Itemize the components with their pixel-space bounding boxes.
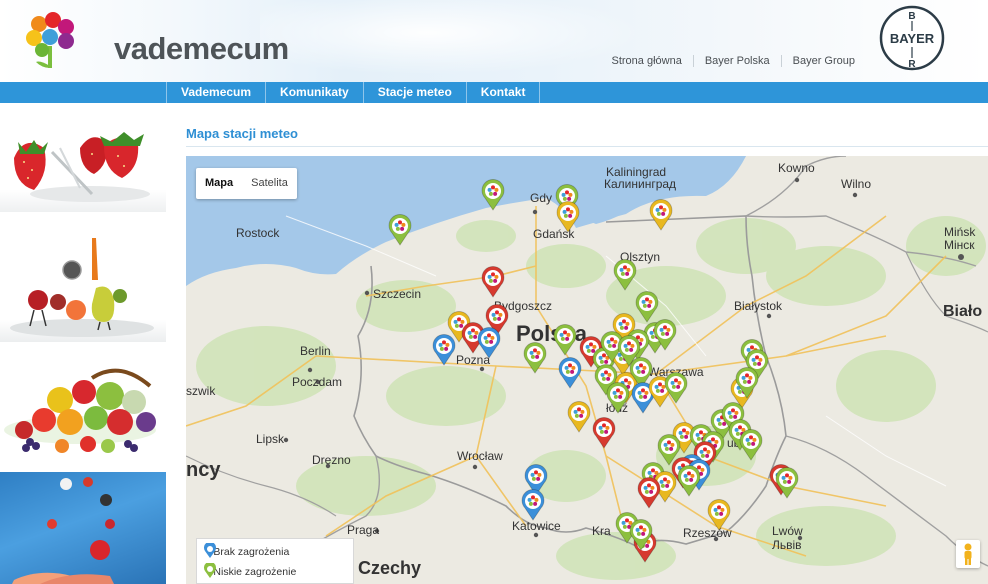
sidebar-image-fruit-basket (0, 356, 166, 460)
station-marker[interactable] (567, 401, 591, 433)
sidebar-image-strawberries (0, 112, 166, 212)
stations-map[interactable]: Kaliningrad Калининград Kowno Wilno Mińs… (186, 156, 988, 584)
fruit-characters-illustration (10, 238, 154, 337)
top-link-bayer-group[interactable]: Bayer Group (780, 55, 866, 67)
map-label-drezno: Drezno (312, 453, 351, 467)
fruit-basket-illustration (4, 368, 156, 453)
station-marker[interactable] (481, 266, 505, 298)
map-label-szczecin: Szczecin (373, 287, 421, 301)
blue-marker-icon (204, 543, 216, 558)
map-label-lwow: Lwów (772, 524, 803, 538)
vademecum-logo[interactable]: vademecum (22, 10, 289, 72)
header-cloud-decoration (260, 0, 680, 82)
flower-logo-icon (26, 12, 74, 68)
map-label-kowno: Kowno (778, 161, 815, 175)
top-link-bayer-polska[interactable]: Bayer Polska (692, 55, 781, 67)
map-label-poznan: Pozna (456, 353, 490, 367)
map-label-minsk-cyr: Мінск (944, 238, 975, 252)
bayer-horizontal-text: BAYER (890, 31, 935, 46)
main-nav: Vademecum Komunikaty Stacje meteo Kontak… (166, 82, 541, 103)
map-label-kaliningrad-cyr: Калининград (604, 177, 676, 191)
station-marker[interactable] (558, 357, 582, 389)
pegman-icon (964, 543, 972, 565)
map-type-satelita[interactable]: Satelita (242, 168, 297, 199)
map-label-rzeszow: Rzeszów (683, 526, 732, 540)
legend-row-no-threat: - Brak zagrożenia (203, 543, 289, 561)
station-marker[interactable] (637, 477, 661, 509)
bayer-top-letter: B (908, 11, 915, 22)
map-label-wilno: Wilno (841, 177, 871, 191)
site-header: vademecum Strona główna Bayer Polska Bay… (0, 0, 988, 82)
map-label-lipsk: Lipsk (256, 432, 285, 446)
sidebar-image-juggling-fruit (0, 472, 166, 584)
map-legend: - Brak zagrożenia - Niskie zagrożenie (196, 538, 354, 584)
legend-label-no-threat: - Brak zagrożenia (207, 546, 290, 558)
nav-item-kontakt[interactable]: Kontakt (465, 82, 541, 103)
street-view-pegman[interactable] (956, 540, 980, 568)
station-marker[interactable] (592, 417, 616, 449)
map-label-gdynia: Gdy (530, 191, 552, 205)
map-label-krakow: Kra (592, 524, 611, 538)
juggling-fruit-illustration (12, 477, 115, 584)
map-label-praga: Praga (347, 523, 379, 537)
map-canvas[interactable]: Kaliningrad Калининград Kowno Wilno Mińs… (186, 156, 988, 584)
station-marker[interactable] (649, 199, 673, 231)
station-marker[interactable] (775, 467, 799, 499)
nav-item-komunikaty[interactable]: Komunikaty (265, 82, 363, 103)
map-label-niemcy: ncy (186, 459, 221, 481)
map-label-polska: Polska (516, 321, 588, 346)
page: vademecum Strona główna Bayer Polska Bay… (0, 0, 988, 584)
map-label-minsk: Mińsk (944, 225, 976, 239)
nav-item-vademecum[interactable]: Vademecum (166, 82, 265, 103)
legend-row-low-threat: - Niskie zagrożenie (203, 563, 296, 581)
station-marker[interactable] (432, 334, 456, 366)
map-label-katowice: Katowice (512, 519, 561, 533)
bayer-cross-logo[interactable]: BAYER B R (879, 5, 945, 71)
title-divider (186, 146, 988, 147)
station-marker[interactable] (664, 372, 688, 404)
map-label-rostock: Rostock (236, 226, 280, 240)
green-marker-icon (204, 563, 216, 578)
strawberries-illustration (14, 132, 150, 202)
bayer-bottom-letter: R (908, 59, 916, 70)
top-link-home[interactable]: Strona główna (600, 55, 692, 67)
map-label-biala: Biało (943, 303, 982, 320)
logo-text: vademecum (114, 31, 289, 66)
map-label-bialystok: Białystok (734, 299, 783, 313)
map-type-control: Mapa Satelita (196, 168, 297, 199)
legend-label-low-threat: - Niskie zagrożenie (207, 566, 297, 578)
page-title: Mapa stacji meteo (186, 126, 298, 141)
sidebar-image-fruit-characters (0, 230, 166, 342)
map-label-szwik: szwik (186, 384, 216, 398)
top-links: Strona główna Bayer Polska Bayer Group (600, 55, 866, 67)
station-marker[interactable] (677, 465, 701, 497)
map-label-berlin: Berlin (300, 344, 331, 358)
station-marker[interactable] (521, 489, 545, 521)
map-label-poczdam: Poczdam (292, 375, 342, 389)
station-marker[interactable] (553, 324, 577, 356)
map-type-mapa[interactable]: Mapa (196, 168, 242, 199)
map-label-czechy: Czechy (358, 558, 421, 578)
main-navbar: Vademecum Komunikaty Stacje meteo Kontak… (0, 82, 988, 103)
map-label-wroclaw: Wrocław (457, 449, 503, 463)
nav-item-stacje-meteo[interactable]: Stacje meteo (362, 82, 466, 103)
map-label-lwow-cyr: Львів (772, 538, 802, 552)
station-marker[interactable] (388, 214, 412, 246)
